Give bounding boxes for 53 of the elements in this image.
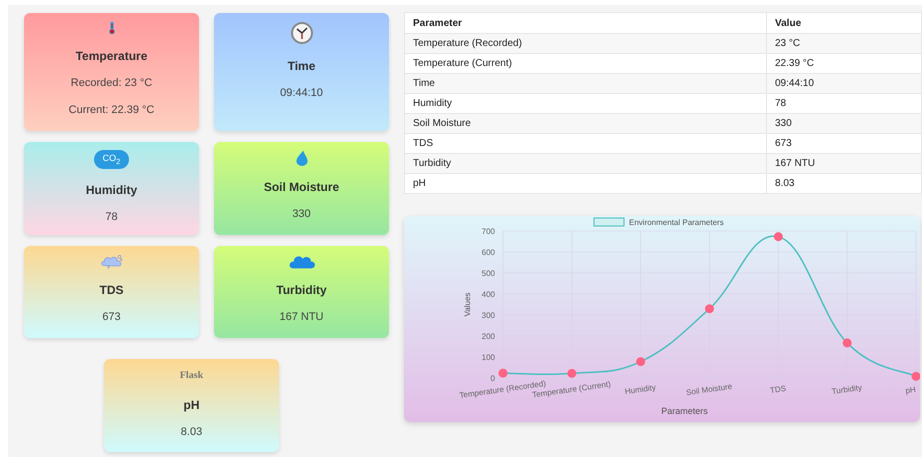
table-cell: 23 °C bbox=[766, 34, 922, 54]
y-tick-label: 200 bbox=[482, 332, 495, 341]
x-tick-label: Turbidity bbox=[831, 382, 862, 396]
table-cell: 167 NTU bbox=[766, 154, 922, 174]
y-tick-label: 400 bbox=[482, 290, 495, 299]
x-axis-title: Parameters bbox=[661, 406, 708, 416]
table-cell: Time bbox=[404, 74, 766, 94]
card-value: 8.03 bbox=[180, 426, 202, 438]
card-title: Turbidity bbox=[276, 283, 327, 297]
x-tick-label: Soil Moisture bbox=[686, 382, 733, 398]
table-cell: 09:44:10 bbox=[766, 74, 922, 94]
card-value: 78 bbox=[105, 211, 118, 224]
y-tick-label: 100 bbox=[482, 353, 495, 362]
table-cell: Soil Moisture bbox=[404, 114, 766, 134]
card-value: 167 NTU bbox=[279, 311, 324, 323]
data-point bbox=[912, 372, 920, 381]
table-cell: pH bbox=[404, 174, 766, 194]
y-tick-label: 500 bbox=[482, 269, 495, 278]
y-tick-label: 600 bbox=[482, 248, 495, 257]
card-title: Soil Moisture bbox=[264, 180, 340, 194]
card-title: TDS bbox=[100, 283, 124, 297]
card-value: Current: 22.39 °C bbox=[68, 104, 154, 116]
x-tick-label: pH bbox=[904, 385, 916, 396]
flask-logo: Flask bbox=[180, 369, 204, 383]
card-title: Time bbox=[288, 59, 316, 73]
card-value: 330 bbox=[292, 208, 311, 220]
table-cell: Temperature (Recorded) bbox=[404, 34, 766, 54]
card-value: 09:44:10 bbox=[280, 87, 323, 99]
y-tick-label: 300 bbox=[482, 311, 495, 320]
column-header: Parameter bbox=[404, 12, 766, 34]
data-point bbox=[705, 304, 714, 314]
card-value: 673 bbox=[102, 311, 121, 323]
card-value: Recorded: 23 °C bbox=[70, 77, 152, 89]
table-cell: 330 bbox=[766, 114, 922, 134]
data-point bbox=[842, 338, 852, 348]
data-point bbox=[774, 232, 783, 242]
data-point bbox=[498, 368, 508, 378]
x-tick-label: Humidity bbox=[624, 382, 656, 396]
table-cell: 8.03 bbox=[766, 174, 922, 194]
y-tick-label: 700 bbox=[482, 227, 495, 236]
card-title: pH bbox=[184, 398, 200, 412]
x-tick-label: TDS bbox=[769, 384, 787, 396]
co2-cloud-icon: CO$_{2}$ bbox=[94, 150, 130, 170]
legend-label: Environmental Parameters bbox=[629, 218, 724, 227]
column-header: Value bbox=[766, 12, 922, 34]
data-point bbox=[567, 368, 576, 378]
card-title: Temperature bbox=[76, 49, 148, 63]
y-axis-title: Values bbox=[463, 292, 472, 316]
card-title: Humidity bbox=[86, 183, 138, 198]
chart-legend: Environmental Parameters bbox=[594, 218, 724, 227]
y-tick-label: 0 bbox=[490, 374, 495, 383]
table-cell: Turbidity bbox=[404, 154, 766, 174]
data-point bbox=[636, 357, 646, 366]
